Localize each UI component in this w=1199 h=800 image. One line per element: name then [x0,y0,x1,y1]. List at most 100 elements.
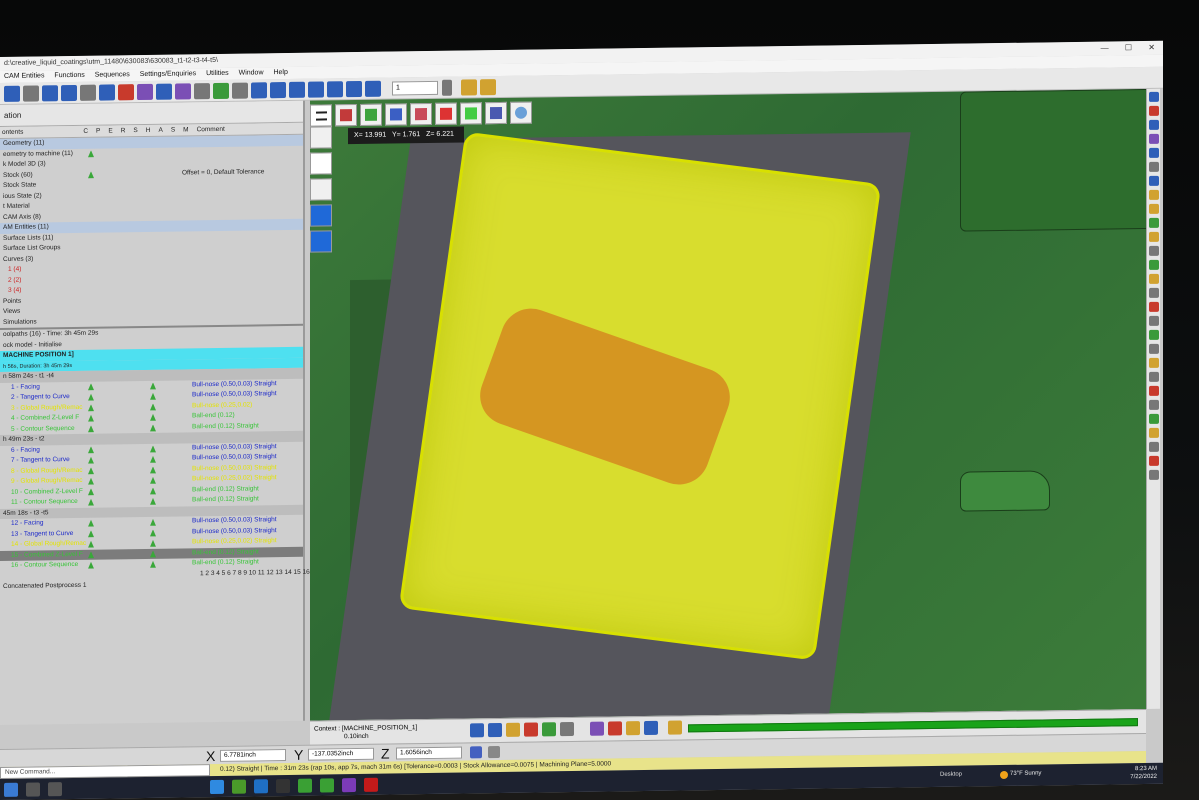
right-tool-icon[interactable] [1148,455,1159,466]
menu-sequences[interactable]: Sequences [95,71,130,78]
view-combo[interactable]: 1 [392,80,438,96]
col-p[interactable]: P [96,126,100,137]
print-icon[interactable] [23,84,39,102]
app-icon[interactable] [276,778,290,794]
window-icon[interactable] [232,82,248,99]
zoom-icon[interactable] [270,81,286,98]
menu-settings[interactable]: Settings/Enquiries [140,70,196,78]
right-tool-icon[interactable] [1148,203,1159,214]
view-prev-icon[interactable] [365,80,381,97]
settings-icon[interactable] [461,78,477,96]
menu-help[interactable]: Help [273,69,287,76]
right-tool-icon[interactable] [1148,119,1159,130]
app-wm-icon[interactable] [320,778,334,793]
zoom-fit-icon[interactable] [251,81,267,98]
right-tool-icon[interactable] [1148,427,1159,438]
lights-icon[interactable] [560,721,574,737]
right-tool-icon[interactable] [1148,469,1159,480]
undo-icon[interactable] [42,84,58,101]
col-s2[interactable]: S [171,125,175,136]
right-tool-icon[interactable] [1148,399,1159,410]
onenote-icon[interactable] [342,778,356,793]
start-icon[interactable] [4,782,18,797]
shading-icon[interactable] [542,722,556,737]
combo-down-icon[interactable] [442,79,452,96]
select-icon[interactable] [470,723,484,738]
right-tool-icon[interactable] [1148,441,1159,452]
info-icon[interactable] [644,720,658,736]
right-tool-icon[interactable] [1148,315,1159,326]
right-tool-icon[interactable] [1148,287,1159,298]
locator-icon[interactable] [470,746,482,759]
menu-functions[interactable]: Functions [54,72,84,79]
tools-icon[interactable] [480,78,496,95]
hand-icon[interactable] [668,720,682,735]
layer-icon[interactable] [213,82,229,99]
view-rotate-cube-icon[interactable] [410,102,432,126]
col-a[interactable]: A [158,125,162,136]
right-tool-icon[interactable] [1148,371,1159,382]
col-contents[interactable]: ontents [2,127,23,138]
menu-utilities[interactable]: Utilities [206,70,229,77]
browser-icon[interactable] [210,779,224,795]
col-e[interactable]: E [108,125,112,136]
search-icon[interactable] [26,782,40,797]
view-red-cube2-icon[interactable] [435,102,457,125]
view-red-cube-icon[interactable] [335,104,357,127]
right-tool-icon[interactable] [1148,329,1159,340]
rotate-icon[interactable] [308,80,324,98]
app-vi-icon[interactable] [232,779,246,794]
col-comment[interactable]: Comment [197,124,225,135]
right-tool-icon[interactable] [1148,245,1159,256]
workNC-icon[interactable] [298,778,312,793]
transform-icon[interactable] [137,83,153,100]
sim-icon[interactable] [608,721,622,736]
view-green-cube-icon[interactable] [360,103,382,126]
view-icon[interactable] [99,83,115,101]
right-tool-icon[interactable] [1148,91,1159,102]
snap-icon[interactable] [488,746,500,759]
save-icon[interactable] [4,85,20,102]
pan-icon[interactable] [289,81,305,98]
right-tool-icon[interactable] [1148,147,1159,158]
right-tool-icon[interactable] [1148,385,1159,396]
menu-icon[interactable] [310,104,332,127]
right-tool-icon[interactable] [1148,161,1159,172]
outline-cube-icon[interactable] [310,178,332,201]
col-r[interactable]: R [121,125,126,136]
desktop-label[interactable]: Desktop [940,772,962,778]
y-value-field[interactable]: -137.0352inch [308,747,374,761]
redo-icon[interactable] [61,84,77,101]
right-tool-icon[interactable] [1148,259,1159,270]
render-icon[interactable] [175,82,191,100]
right-tool-icon[interactable] [1148,301,1159,312]
col-h[interactable]: H [146,125,151,136]
orbit-icon[interactable] [346,80,362,97]
camera-icon[interactable] [194,82,210,99]
right-tool-icon[interactable] [1148,133,1159,144]
maximize-icon[interactable]: ☐ [1125,43,1132,52]
acrobat-icon[interactable] [364,777,378,792]
view-iso-cube-icon[interactable] [485,101,507,125]
col-c[interactable]: C [83,126,88,137]
play-icon[interactable] [626,721,640,736]
solid-cube-icon[interactable] [310,204,332,227]
right-tool-icon[interactable] [1148,189,1159,200]
zoom-view-icon[interactable] [510,101,532,124]
close-icon[interactable]: ✕ [1148,43,1155,52]
menu-cam-entities[interactable]: CAM Entities [4,72,44,80]
right-tool-icon[interactable] [1148,273,1159,284]
wire-cube-icon[interactable] [310,126,332,149]
menu-window[interactable]: Window [239,69,264,76]
minimize-icon[interactable]: — [1101,44,1109,53]
taskview-icon[interactable] [48,782,62,797]
right-tool-icon[interactable] [1148,217,1159,228]
outlook-icon[interactable] [254,779,268,794]
axes-icon[interactable] [310,152,332,175]
col-m[interactable]: M [183,124,188,135]
view-green-cube2-icon[interactable] [460,102,482,125]
spin-icon[interactable] [327,80,343,97]
material-icon[interactable] [590,721,604,736]
3d-viewport[interactable]: X= 13.991 Y= 1.761 Z= 6.221 [310,88,1146,721]
right-tool-icon[interactable] [1148,413,1159,424]
